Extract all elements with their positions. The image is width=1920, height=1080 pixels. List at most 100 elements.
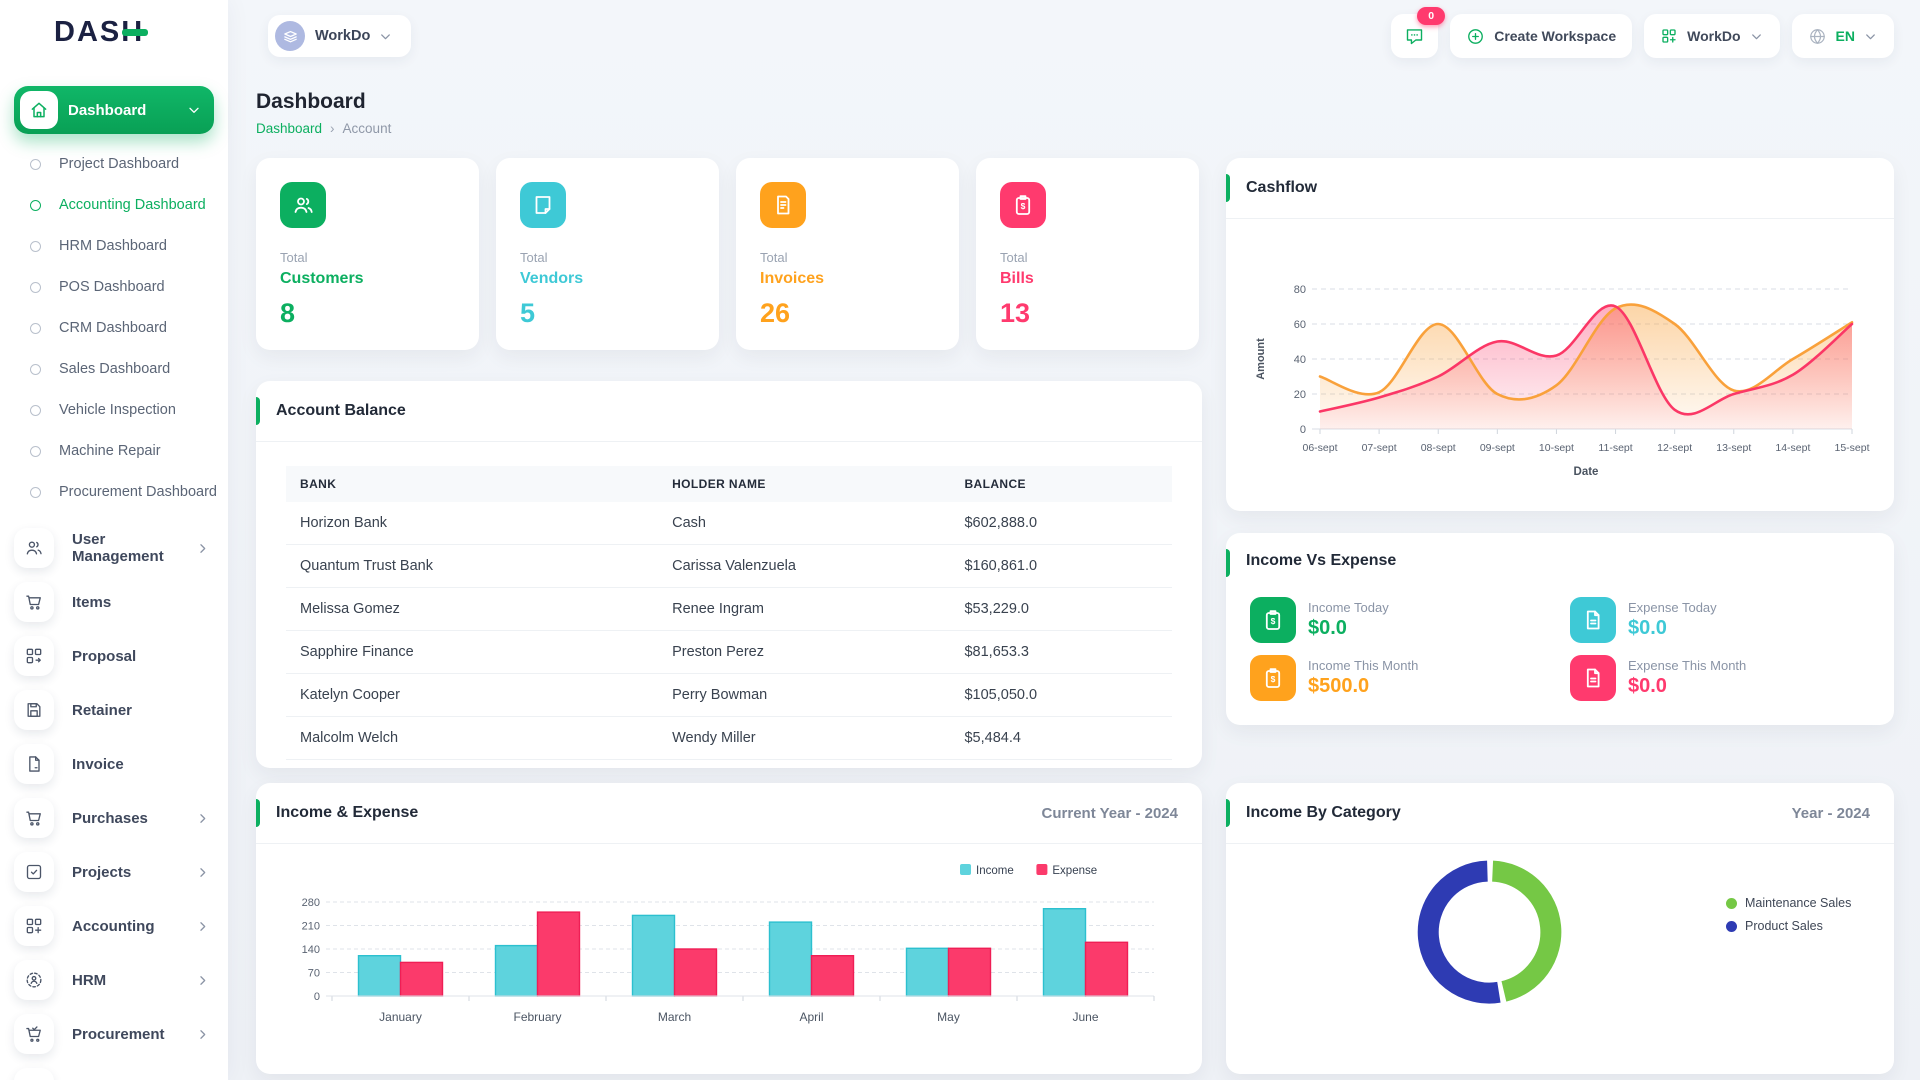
- grid-plus-icon: [14, 906, 54, 946]
- cart-icon: [24, 808, 44, 828]
- svg-text:140: 140: [302, 944, 320, 956]
- chevron-down-icon: [186, 102, 202, 118]
- sidebar-subitem-hrm-dashboard[interactable]: HRM Dashboard: [0, 226, 228, 267]
- grid-plus-icon: [24, 916, 44, 936]
- stat-card-invoices: Total Invoices 26: [736, 158, 959, 350]
- stat-label: Vendors: [520, 270, 695, 288]
- chevron-right-icon: [195, 865, 210, 880]
- workspace-avatar: [275, 21, 305, 51]
- globe-icon: [1808, 27, 1827, 46]
- svg-text:07-sept: 07-sept: [1362, 442, 1397, 454]
- note-icon: [531, 193, 555, 217]
- sidebar-item-accounting[interactable]: Accounting: [0, 899, 228, 953]
- language-label: EN: [1836, 28, 1855, 44]
- sidebar-item-label: User Management: [72, 531, 195, 565]
- sidebar-item-hrm[interactable]: HRM: [0, 953, 228, 1007]
- cart-check-icon: [14, 1014, 54, 1054]
- legend-dot-icon: [1726, 921, 1737, 932]
- cart-icon: [14, 582, 54, 622]
- sidebar-item-purchases[interactable]: Purchases: [0, 791, 228, 845]
- sidebar-subitem-procurement-dashboard[interactable]: Procurement Dashboard: [0, 472, 228, 513]
- svg-text:80: 80: [1294, 284, 1306, 296]
- sidebar-item-user-management[interactable]: User Management: [0, 521, 228, 575]
- svg-text:February: February: [513, 1010, 561, 1024]
- sidebar-item-proposal[interactable]: Proposal: [0, 629, 228, 683]
- home-icon: [29, 100, 49, 120]
- sidebar-item-pos[interactable]: POS: [0, 1061, 228, 1080]
- column-header-bank: BANK: [286, 466, 658, 502]
- circle-plus-icon: [1466, 27, 1485, 46]
- breadcrumb: Dashboard › Account: [256, 121, 1894, 136]
- sidebar-item-label: Dashboard: [68, 102, 186, 119]
- sidebar-item-procurement[interactable]: Procurement: [0, 1007, 228, 1061]
- sidebar-item-projects[interactable]: Projects: [0, 845, 228, 899]
- account-balance-table: BANKHOLDER NAMEBALANCE Horizon Bank Cash…: [286, 466, 1172, 760]
- svg-text:210: 210: [302, 921, 320, 933]
- page-title: Dashboard: [256, 90, 1894, 114]
- brand-logo[interactable]: DASH: [0, 0, 228, 64]
- svg-text:08-sept: 08-sept: [1421, 442, 1456, 454]
- table-row: Quantum Trust Bank Carissa Valenzuela $1…: [286, 545, 1172, 588]
- create-workspace-button[interactable]: Create Workspace: [1450, 14, 1632, 58]
- circle-bullet-icon: [30, 159, 41, 170]
- messages-button[interactable]: 0: [1391, 14, 1438, 58]
- cell-holder: Perry Bowman: [658, 674, 950, 717]
- workspace-switcher[interactable]: WorkDo: [268, 15, 411, 57]
- card-accent: [256, 799, 260, 827]
- language-selector[interactable]: EN: [1792, 14, 1894, 58]
- svg-text:11-sept: 11-sept: [1598, 442, 1632, 454]
- svg-text:0: 0: [1300, 424, 1306, 436]
- chevron-down-icon: [1749, 29, 1764, 44]
- chevron-right-icon: [195, 973, 210, 988]
- stat-total-label: Total: [1000, 250, 1175, 265]
- users-icon: [24, 538, 44, 558]
- ive-item-income-this-month: $ Income This Month $500.0: [1250, 655, 1550, 701]
- file-text-icon: [1581, 608, 1605, 632]
- table-row: Katelyn Cooper Perry Bowman $105,050.0: [286, 674, 1172, 717]
- workdo-menu-button[interactable]: WorkDo: [1644, 14, 1779, 58]
- ive-item-income-today: $ Income Today $0.0: [1250, 597, 1550, 643]
- breadcrumb-link-dashboard[interactable]: Dashboard: [256, 121, 322, 136]
- sidebar-subitem-label: Machine Repair: [59, 442, 161, 461]
- svg-text:June: June: [1072, 1010, 1098, 1024]
- cell-holder: Wendy Miller: [658, 717, 950, 760]
- svg-text:January: January: [379, 1010, 422, 1024]
- chevron-down-icon: [186, 102, 202, 118]
- sidebar-item-retainer[interactable]: Retainer: [0, 683, 228, 737]
- svg-text:12-sept: 12-sept: [1657, 442, 1692, 454]
- chevron-right-icon: [195, 811, 210, 826]
- sidebar-subitem-sales-dashboard[interactable]: Sales Dashboard: [0, 349, 228, 390]
- income-expense-bar-chart: 070140210280JanuaryFebruaryMarchAprilMay…: [256, 844, 1202, 1073]
- cell-holder: Preston Perez: [658, 631, 950, 674]
- card-accent: [1226, 799, 1230, 827]
- clipboard-dollar-icon: $: [1261, 608, 1285, 632]
- income-by-category-period: Year - 2024: [1792, 805, 1870, 822]
- sidebar-subitem-label: Project Dashboard: [59, 155, 179, 174]
- table-row: Sapphire Finance Preston Perez $81,653.3: [286, 631, 1172, 674]
- sidebar-subitem-vehicle-inspection[interactable]: Vehicle Inspection: [0, 390, 228, 431]
- left-column: Total Customers 8 Total Vendors 5 Total …: [256, 158, 1202, 1074]
- stat-card-bills: $ Total Bills 13: [976, 158, 1199, 350]
- sidebar-item-items[interactable]: Items: [0, 575, 228, 629]
- sidebar-item-invoice[interactable]: Invoice: [0, 737, 228, 791]
- cashflow-svg: 02040608006-sept07-sept08-sept09-sept10-…: [1240, 227, 1880, 495]
- sidebar-subitem-accounting-dashboard[interactable]: Accounting Dashboard: [0, 185, 228, 226]
- invoice-icon: [760, 182, 806, 228]
- chevron-right-icon: [195, 811, 210, 826]
- legend-dot-icon: [1726, 898, 1737, 909]
- clipboard-dollar-icon: $: [1011, 193, 1035, 217]
- file-text-icon: [1581, 666, 1605, 690]
- circle-plus-icon: [1466, 27, 1485, 46]
- svg-text:13-sept: 13-sept: [1716, 442, 1751, 454]
- donut-chart: [1410, 852, 1570, 1012]
- sidebar-subitem-crm-dashboard[interactable]: CRM Dashboard: [0, 308, 228, 349]
- sidebar-subitem-project-dashboard[interactable]: Project Dashboard: [0, 144, 228, 185]
- sidebar-subitem-machine-repair[interactable]: Machine Repair: [0, 431, 228, 472]
- dots-grid-icon: [14, 1068, 54, 1080]
- svg-text:10-sept: 10-sept: [1539, 442, 1574, 454]
- chevron-down-icon: [378, 29, 393, 44]
- sidebar-item-dashboard[interactable]: Dashboard: [14, 86, 214, 134]
- sidebar-subitem-pos-dashboard[interactable]: POS Dashboard: [0, 267, 228, 308]
- home-icon: [20, 91, 58, 129]
- clipboard-dollar-icon: $: [1250, 597, 1296, 643]
